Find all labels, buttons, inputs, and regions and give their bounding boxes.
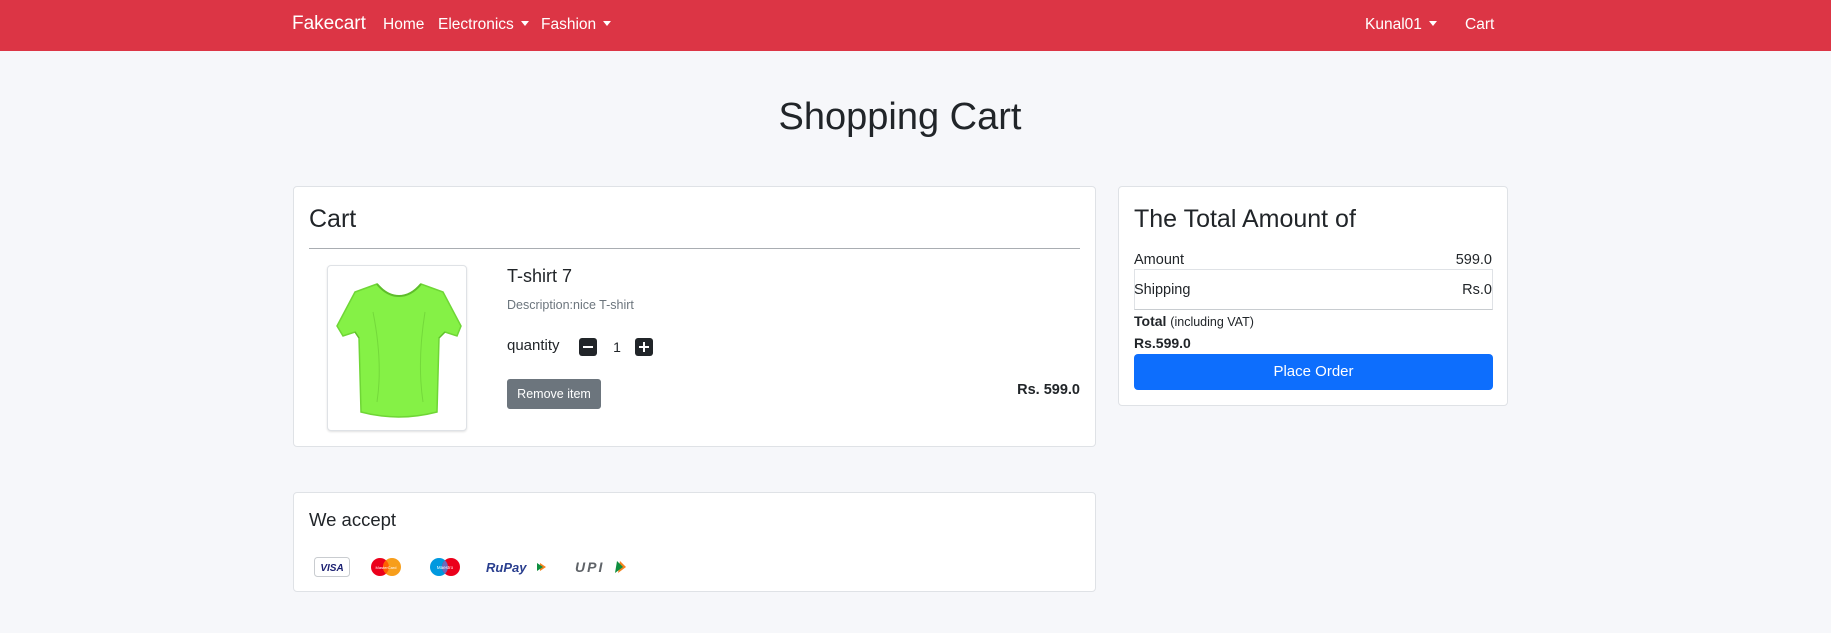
quantity-value: 1 [613,339,621,355]
nav-home[interactable]: Home [383,16,424,34]
nav-electronics-label: Electronics [438,16,514,33]
tshirt-icon [336,283,462,418]
nav-cart[interactable]: Cart [1465,16,1494,34]
minus-icon [583,346,593,348]
nav-fashion-label: Fashion [541,16,597,33]
maestro-text: Maestro [437,565,454,570]
product-description: Description:nice T-shirt [507,298,634,312]
rupay-text: RuPay [486,560,527,575]
product-image[interactable] [327,265,467,431]
rupay-icon: RuPay [486,560,546,575]
decrease-quantity-button[interactable] [579,338,597,356]
summary-heading: The Total Amount of [1134,205,1356,233]
place-order-button[interactable]: Place Order [1134,354,1493,390]
user-menu-label: Kunal01 [1365,16,1422,33]
quantity-label: quantity [507,337,560,354]
shipping-label: Shipping [1134,282,1191,298]
amount-label: Amount [1134,252,1184,268]
total-label-text: Total [1134,313,1167,329]
product-name: T-shirt 7 [507,266,573,286]
brand-link[interactable]: Fakecart [292,13,366,35]
item-price: Rs. 599.0 [1017,382,1080,398]
increase-quantity-button[interactable] [635,338,653,356]
nav-home-label: Home [383,16,425,33]
order-summary-card: The Total Amount of Amount 599.0 Shippin… [1118,186,1508,406]
payment-heading: We accept [309,509,397,530]
upi-icon: UPI [575,559,626,575]
cart-card: Cart T-shirt 7 Description:nice T-shirt … [293,186,1096,447]
total-label: Total (including VAT) [1134,313,1254,329]
mastercard-icon: MasterCard [371,558,401,576]
divider [309,248,1080,249]
page-title: Shopping Cart [778,96,1022,138]
total-amount: Rs.599.0 [1134,335,1191,351]
navbar: Fakecart Home Electronics Fashion Kunal0… [0,0,1831,51]
nav-fashion-dropdown[interactable]: Fashion [541,16,612,34]
caret-down-icon [603,20,612,26]
cart-heading: Cart [309,205,357,233]
mastercard-text: MasterCard [376,565,397,570]
user-menu-dropdown[interactable]: Kunal01 [1365,16,1437,34]
caret-down-icon [520,20,529,26]
maestro-icon: Maestro [430,558,460,576]
visa-icon: VISA [314,557,350,577]
remove-item-button[interactable]: Remove item [507,379,601,409]
nav-cart-label: Cart [1465,16,1495,33]
upi-text: UPI [575,559,604,575]
amount-value: 599.0 [1455,252,1492,268]
caret-down-icon [1428,20,1437,26]
nav-electronics-dropdown[interactable]: Electronics [438,16,529,34]
total-note: (including VAT) [1170,315,1254,329]
payment-methods-card: We accept VISA MasterCard Maestro RuPay [293,492,1096,592]
visa-text: VISA [320,563,343,574]
shipping-value: Rs.0 [1462,282,1492,298]
